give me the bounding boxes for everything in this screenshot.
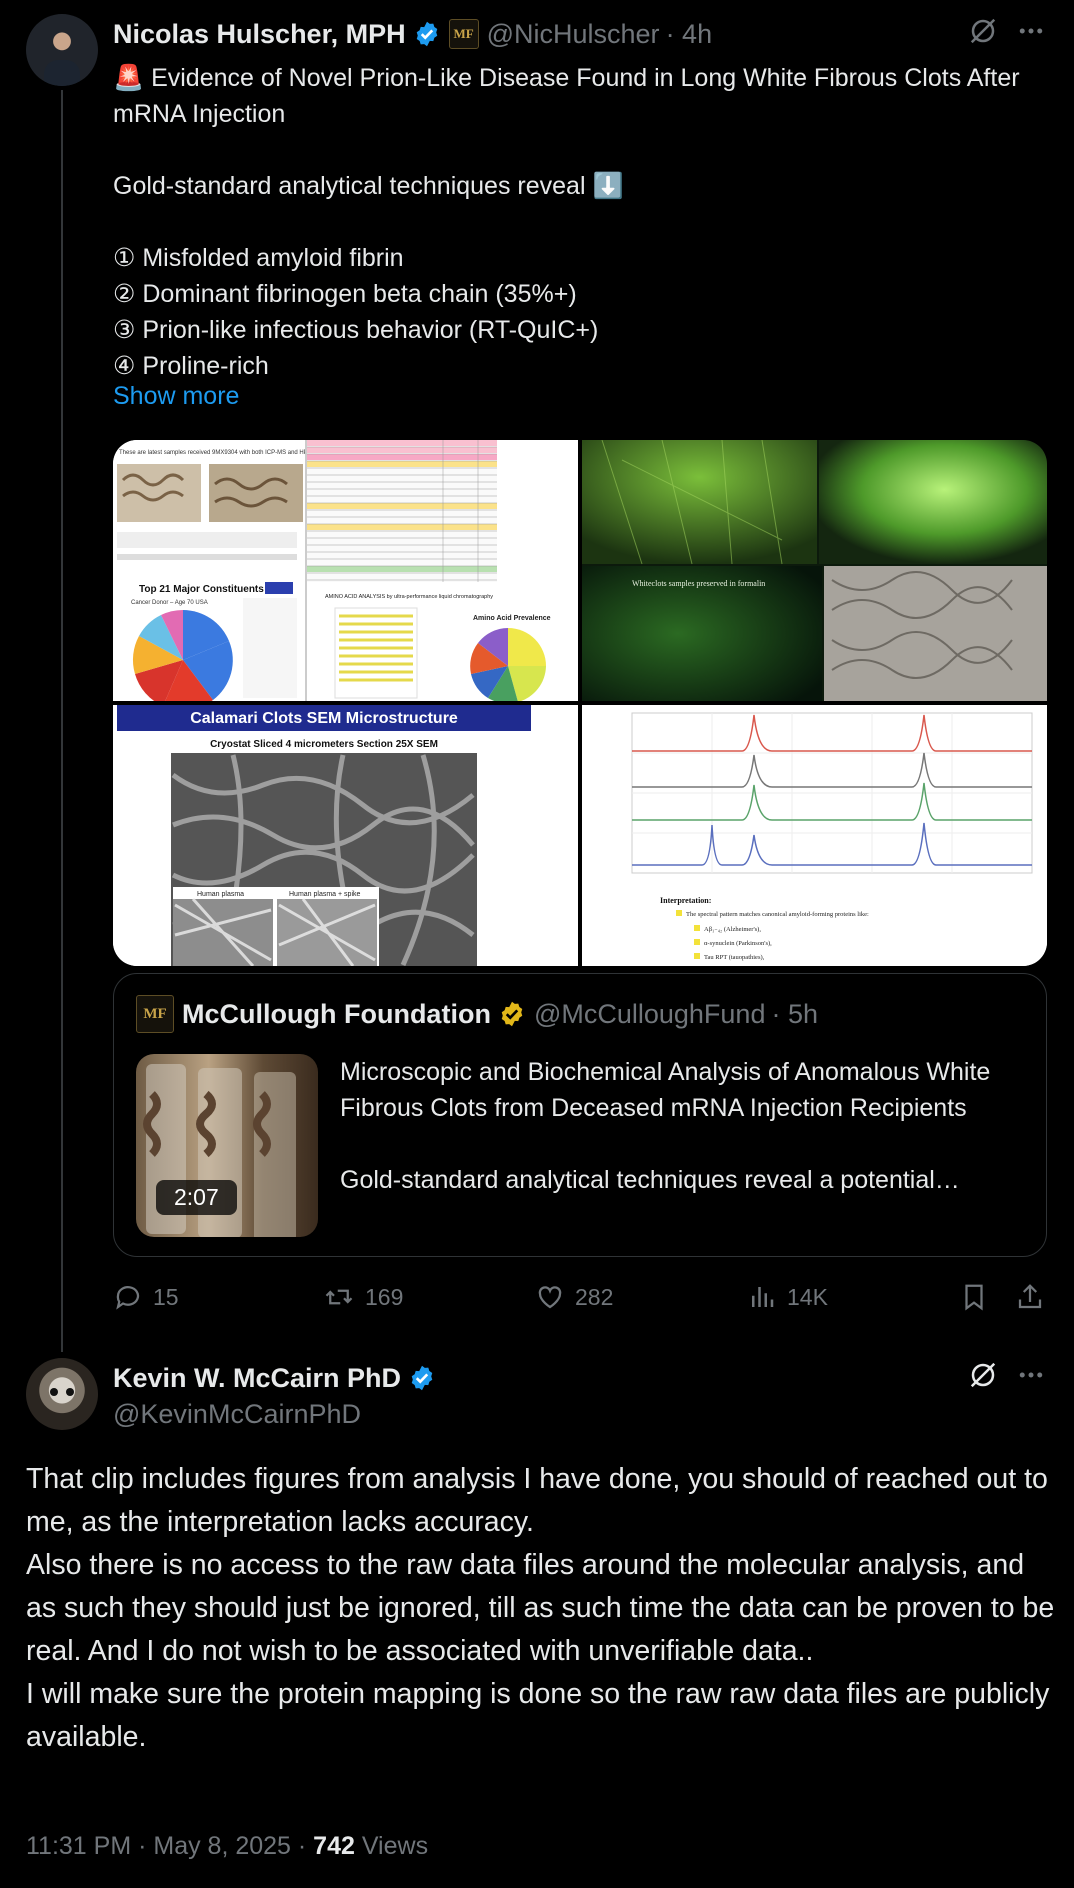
reply-icon [116, 1286, 140, 1310]
views-count: 14K [787, 1283, 828, 1310]
tweet-actions: 15 169 282 14K [113, 1278, 1047, 1318]
media-sem-label-b: Human plasma + spike [289, 891, 361, 898]
verified-badge-icon [411, 1365, 433, 1391]
avatar-kevin-mccairn[interactable] [26, 1358, 98, 1430]
reply-top-actions [968, 1360, 1046, 1390]
media-interp-title: Interpretation: [660, 896, 711, 905]
media-donor-label: Cancer Donor – Age 70 USA [131, 600, 208, 606]
grok-icon[interactable] [968, 1360, 998, 1390]
media-chart-title: Top 21 Major Constituents [139, 584, 264, 595]
media-interp-bullet-2: α-synuclein (Parkinson's), [704, 940, 772, 947]
reply-timestamp[interactable]: 11:31 PM · May 8, 2025 · [26, 1832, 313, 1860]
quoted-tweet[interactable]: MF McCullough Foundation @McCulloughFund… [113, 973, 1047, 1257]
media-amino-title: AMINO ACID ANALYSIS by ultra-performance… [325, 594, 493, 600]
media-interp-bullet-3: Tau RPT (tauopathies), [704, 954, 765, 961]
reply-views-count: 742 [313, 1832, 355, 1860]
author-handle[interactable]: @NicHulscher [487, 19, 660, 50]
media-raman-spectra-image[interactable]: Interpretation: The spectral pattern mat… [582, 705, 1047, 966]
avatar-nicolas-hulscher[interactable] [26, 14, 98, 86]
reply-meta: 11:31 PM · May 8, 2025 · 742 Views [26, 1832, 428, 1861]
media-amino-pie-title: Amino Acid Prevalence [473, 615, 551, 622]
more-icon[interactable] [1016, 1360, 1046, 1390]
quote-text: Microscopic and Biochemical Analysis of … [340, 1058, 991, 1194]
share-button[interactable] [1015, 1282, 1045, 1312]
reply-button[interactable]: 15 [113, 1282, 179, 1312]
reply-count: 15 [153, 1283, 179, 1310]
media-sem-title: Calamari Clots SEM Microstructure [190, 710, 458, 727]
repost-button[interactable]: 169 [323, 1282, 403, 1312]
show-more-link[interactable]: Show more [113, 382, 239, 411]
quote-time: · 5h [771, 998, 818, 1029]
quote-header: MF McCullough Foundation @McCulloughFund… [136, 994, 818, 1034]
media-sem-label-a: Human plasma [197, 891, 244, 898]
media-sem-image[interactable]: Calamari Clots SEM Microstructure Cryost… [113, 705, 578, 966]
like-count: 282 [575, 1283, 614, 1310]
reply-views-label: Views [354, 1832, 429, 1860]
reply-author-name[interactable]: Kevin W. McCairn PhD [113, 1363, 401, 1394]
tweet-top-actions [968, 16, 1046, 46]
reply-text: That clip includes figures from analysis… [26, 1463, 1055, 1753]
like-button[interactable]: 282 [535, 1282, 613, 1312]
tweet-header: Nicolas Hulscher, MPH MF @NicHulscher · … [113, 14, 712, 54]
reply-author-handle[interactable]: @KevinMcCairnPhD [113, 1399, 361, 1430]
quote-avatar: MF [136, 995, 174, 1033]
grok-icon[interactable] [968, 16, 998, 46]
reply-handle-row: @KevinMcCairnPhD [113, 1396, 361, 1432]
verified-badge-icon [416, 21, 437, 47]
media-interp-bullet-1: Aβ₁₋₄₂ (Alzheimer's), [704, 926, 761, 933]
tweet-text: 🚨 Evidence of Novel Prion-Like Disease F… [113, 64, 1020, 380]
repost-count: 169 [365, 1283, 404, 1310]
media-interp-line: The spectral pattern matches canonical a… [686, 911, 869, 918]
like-icon [538, 1286, 562, 1309]
media-caption-text: Whiteclots samples preserved in formalin [632, 579, 765, 588]
reply-header: Kevin W. McCairn PhD [113, 1358, 444, 1398]
quote-handle: @McCulloughFund [533, 998, 766, 1029]
more-icon[interactable] [1016, 16, 1046, 46]
media-grid[interactable]: These are latest samples received 9MX930… [113, 440, 1047, 966]
thread-line [61, 90, 63, 1352]
quote-video-thumbnail[interactable]: 2:07 [136, 1054, 318, 1237]
author-name[interactable]: Nicolas Hulscher, MPH [113, 19, 406, 50]
views-icon [752, 1287, 774, 1307]
views-button[interactable]: 14K [747, 1282, 828, 1312]
bookmark-button[interactable] [959, 1282, 989, 1312]
bookmark-icon [965, 1284, 983, 1311]
affiliate-badge-icon: MF [448, 19, 479, 49]
media-fluorescence-image[interactable]: Whiteclots samples preserved in formalin [582, 440, 1047, 701]
gold-verified-badge-icon [501, 1001, 523, 1027]
media-constituents-image[interactable]: These are latest samples received 9MX930… [113, 440, 578, 701]
share-icon [1018, 1284, 1042, 1309]
tweet-time[interactable]: · 4h [666, 19, 713, 50]
video-duration: 2:07 [156, 1180, 237, 1215]
quote-author-name: McCullough Foundation [182, 998, 491, 1029]
repost-icon [325, 1289, 353, 1305]
media-sem-subtitle: Cryostat Sliced 4 micrometers Section 25… [210, 739, 438, 750]
